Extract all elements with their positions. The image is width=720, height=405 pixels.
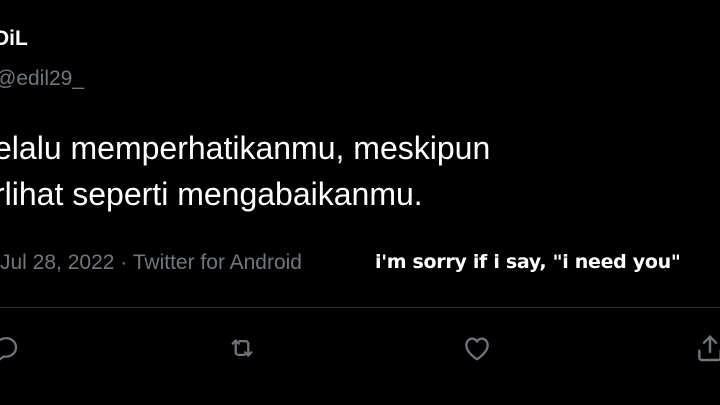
tweet-source[interactable]: Twitter for Android	[133, 251, 302, 274]
tweet-meta: Jul 28, 2022 · Twitter for Android	[0, 251, 302, 275]
meta-separator: ·	[120, 251, 128, 274]
author-handle[interactable]: @edil29_	[0, 67, 84, 91]
share-icon	[694, 332, 720, 364]
heart-icon	[461, 332, 493, 364]
retweet-button[interactable]	[222, 328, 262, 368]
reply-icon	[0, 333, 21, 363]
tweet-text-line: elalu memperhatikanmu, meskipun	[0, 130, 491, 166]
overlay-caption: i'm sorry if i say, "i need you"	[375, 251, 681, 273]
divider	[0, 307, 720, 308]
tweet-date[interactable]: Jul 28, 2022	[0, 251, 114, 274]
like-button[interactable]	[457, 328, 497, 368]
author-display-name[interactable]: DiL	[0, 27, 28, 51]
share-button[interactable]	[690, 328, 720, 368]
tweet-text: elalu memperhatikanmu, meskipun rlihat s…	[0, 125, 720, 217]
reply-button[interactable]	[0, 328, 26, 368]
tweet-screenshot: DiL @edil29_ elalu memperhatikanmu, mesk…	[0, 0, 720, 405]
tweet-text-line: rlihat seperti mengabaikanmu.	[0, 176, 423, 212]
retweet-icon	[227, 333, 257, 363]
